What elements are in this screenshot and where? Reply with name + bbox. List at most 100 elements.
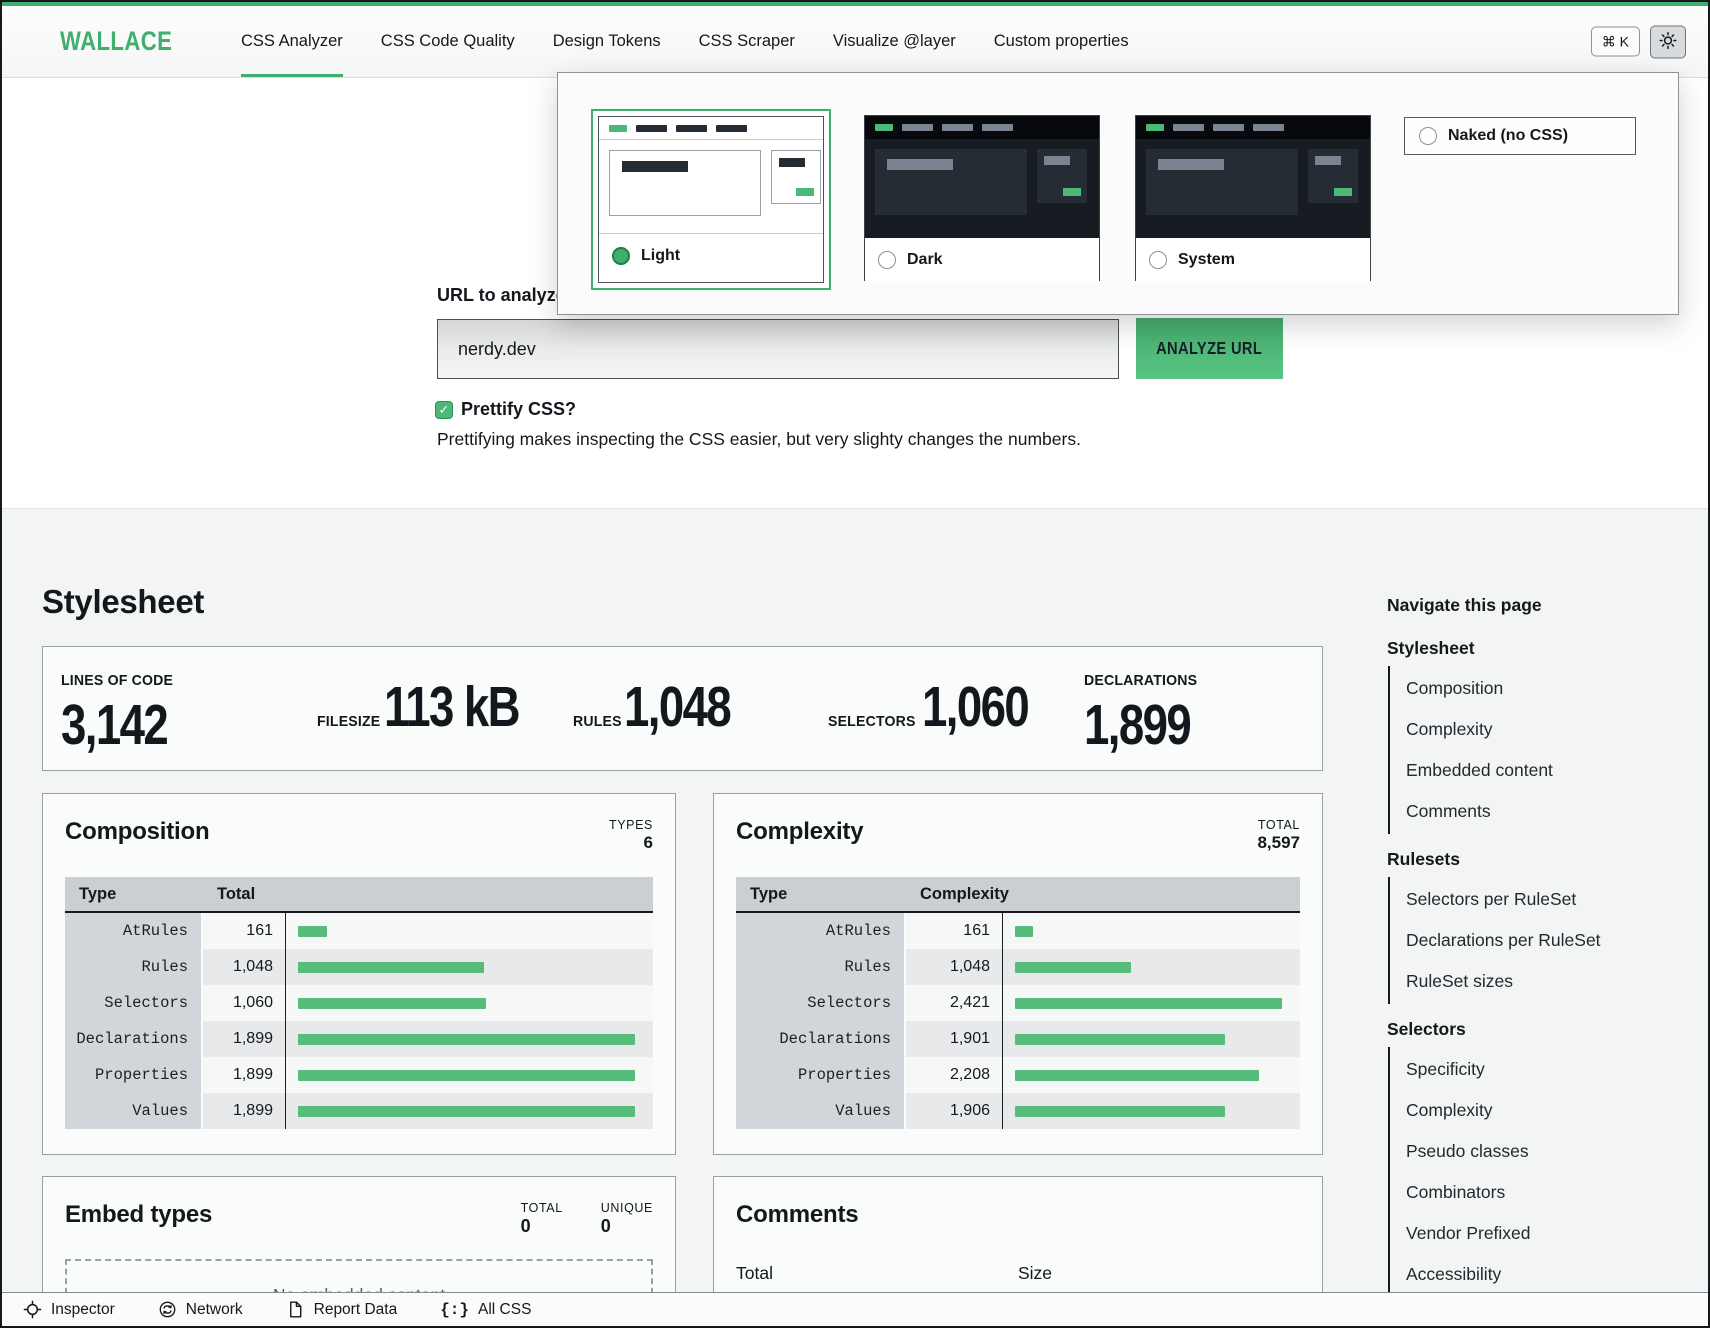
theme-option-system[interactable]: System <box>1135 115 1371 281</box>
results-section: Stylesheet LINES OF CODE3,142FILESIZE113… <box>2 508 1708 1326</box>
composition-row-selectors: Selectors1,060 <box>65 985 653 1021</box>
toc-link-pseudo-classes[interactable]: Pseudo classes <box>1406 1131 1647 1172</box>
embed-meta-label: TOTAL <box>521 1201 563 1215</box>
toc-link-ruleset-sizes[interactable]: RuleSet sizes <box>1406 961 1647 1002</box>
embed-meta-unique: UNIQUE0 <box>601 1201 653 1237</box>
toc-link-complexity[interactable]: Complexity <box>1406 709 1647 750</box>
theme-radio-light[interactable] <box>612 247 630 265</box>
embed-meta-value: 0 <box>521 1216 563 1237</box>
stat-label-declarations: DECLARATIONS <box>1084 672 1197 689</box>
value-bar <box>1015 1106 1225 1117</box>
nav-item-visualize-layer[interactable]: Visualize @layer <box>833 6 956 77</box>
sun-icon <box>1658 30 1678 53</box>
theme-preview-system <box>1136 116 1370 238</box>
prettify-label: Prettify CSS? <box>461 399 576 420</box>
prettify-hint: Prettifying makes inspecting the CSS eas… <box>437 429 1081 450</box>
stat-label-rules: RULES <box>573 713 622 730</box>
cell-type: Declarations <box>65 1021 203 1057</box>
comments-title: Comments <box>736 1201 858 1229</box>
cell-value: 1,048 <box>203 949 285 985</box>
toc-heading-stylesheet[interactable]: Stylesheet <box>1387 638 1647 659</box>
nav-item-css-code-quality[interactable]: CSS Code Quality <box>381 6 515 77</box>
url-input[interactable] <box>437 319 1119 379</box>
composition-meta-label: TYPES <box>609 818 653 832</box>
toc-link-composition[interactable]: Composition <box>1406 668 1647 709</box>
main-nav: CSS Analyzer CSS Code Quality Design Token… <box>241 6 1129 77</box>
cell-type: AtRules <box>736 913 906 949</box>
stat-lines-of-code: LINES OF CODE3,142 <box>43 647 299 770</box>
page-title: Stylesheet <box>42 583 204 621</box>
toolbar-all-css[interactable]: {:}All CSS <box>440 1301 531 1319</box>
toc-link-embedded-content[interactable]: Embedded content <box>1406 750 1647 791</box>
nav-item-design-tokens[interactable]: Design Tokens <box>553 6 661 77</box>
theme-label-dark: Dark <box>907 251 943 269</box>
composition-meta-value: 6 <box>609 833 653 853</box>
composition-table: TypeTotalAtRules161Rules1,048Selectors1,… <box>65 877 653 1129</box>
value-bar <box>1015 1034 1225 1045</box>
composition-row-declarations: Declarations1,899 <box>65 1021 653 1057</box>
complexity-row-selectors: Selectors2,421 <box>736 985 1300 1021</box>
wallace-app-window: WALLACE CSS Analyzer CSS Code Quality Desi… <box>0 0 1710 1328</box>
nav-item-custom-properties[interactable]: Custom properties <box>994 6 1129 77</box>
cell-value: 2,421 <box>906 985 1002 1021</box>
cell-type: Properties <box>736 1057 906 1093</box>
value-bar <box>298 926 327 937</box>
theme-radio-naked-no-css[interactable] <box>1419 127 1437 145</box>
cell-type: Rules <box>65 949 203 985</box>
toolbar-label-inspector: Inspector <box>51 1301 115 1319</box>
command-palette-button[interactable]: ⌘ K <box>1591 27 1640 57</box>
value-bar <box>1015 1070 1259 1081</box>
complexity-col-type: Type <box>736 877 906 911</box>
stat-rules: RULES1,048 <box>555 647 811 770</box>
wallace-logo[interactable]: WALLACE <box>60 26 172 57</box>
analyze-url-button[interactable]: ANALYZE URL <box>1136 318 1283 379</box>
theme-toggle-button[interactable] <box>1650 25 1686 58</box>
theme-label-light: Light <box>641 247 680 265</box>
toc-link-specificity[interactable]: Specificity <box>1406 1049 1647 1090</box>
embed-types-title: Embed types <box>65 1201 212 1229</box>
composition-row-properties: Properties1,899 <box>65 1057 653 1093</box>
toc-link-combinators[interactable]: Combinators <box>1406 1172 1647 1213</box>
toc-link-selectors-per-ruleset[interactable]: Selectors per RuleSet <box>1406 879 1647 920</box>
inspector-icon <box>23 1300 42 1319</box>
toc-heading-rulesets[interactable]: Rulesets <box>1387 849 1647 870</box>
value-bar <box>298 998 486 1009</box>
complexity-row-declarations: Declarations1,901 <box>736 1021 1300 1057</box>
composition-col-type: Type <box>65 877 203 911</box>
theme-label-system: System <box>1178 251 1235 269</box>
toc-link-accessibility[interactable]: Accessibility <box>1406 1254 1647 1295</box>
nav-item-css-analyzer[interactable]: CSS Analyzer <box>241 6 343 77</box>
complexity-table-header: TypeComplexity <box>736 877 1300 913</box>
toc-link-vendor-prefixed[interactable]: Vendor Prefixed <box>1406 1213 1647 1254</box>
toolbar-network[interactable]: Network <box>158 1300 243 1319</box>
complexity-table: TypeComplexityAtRules161Rules1,048Select… <box>736 877 1300 1129</box>
report-data-icon <box>286 1300 305 1319</box>
nav-item-css-scraper[interactable]: CSS Scraper <box>699 6 795 77</box>
theme-option-light[interactable]: Light <box>591 109 831 290</box>
toc-link-declarations-per-ruleset[interactable]: Declarations per RuleSet <box>1406 920 1647 961</box>
cell-type: Selectors <box>736 985 906 1021</box>
cell-value: 161 <box>203 913 285 949</box>
theme-radio-dark[interactable] <box>878 251 896 269</box>
stat-declarations: DECLARATIONS1,899 <box>1066 647 1322 770</box>
toc-heading-selectors[interactable]: Selectors <box>1387 1019 1647 1040</box>
cell-value: 1,906 <box>906 1093 1002 1129</box>
prettify-checkbox[interactable]: ✓ <box>435 401 453 419</box>
theme-label-naked-no-css: Naked (no CSS) <box>1448 127 1568 145</box>
toc-link-comments[interactable]: Comments <box>1406 791 1647 832</box>
toc-link-complexity[interactable]: Complexity <box>1406 1090 1647 1131</box>
toolbar-report-data[interactable]: Report Data <box>286 1300 398 1319</box>
cell-value: 1,899 <box>203 1057 285 1093</box>
theme-option-naked-no-css[interactable]: Naked (no CSS) <box>1404 117 1636 155</box>
toolbar-inspector[interactable]: Inspector <box>23 1300 115 1319</box>
theme-option-dark[interactable]: Dark <box>864 115 1100 281</box>
complexity-meta-label: TOTAL <box>1257 818 1300 832</box>
composition-table-header: TypeTotal <box>65 877 653 913</box>
value-bar <box>1015 998 1282 1009</box>
theme-radio-system[interactable] <box>1149 251 1167 269</box>
theme-picker-menu: Light Dark System Naked (no CSS) <box>557 72 1679 315</box>
cell-value: 2,208 <box>906 1057 1002 1093</box>
value-bar <box>1015 926 1033 937</box>
complexity-row-properties: Properties2,208 <box>736 1057 1300 1093</box>
window-accent-bar <box>2 2 1708 6</box>
